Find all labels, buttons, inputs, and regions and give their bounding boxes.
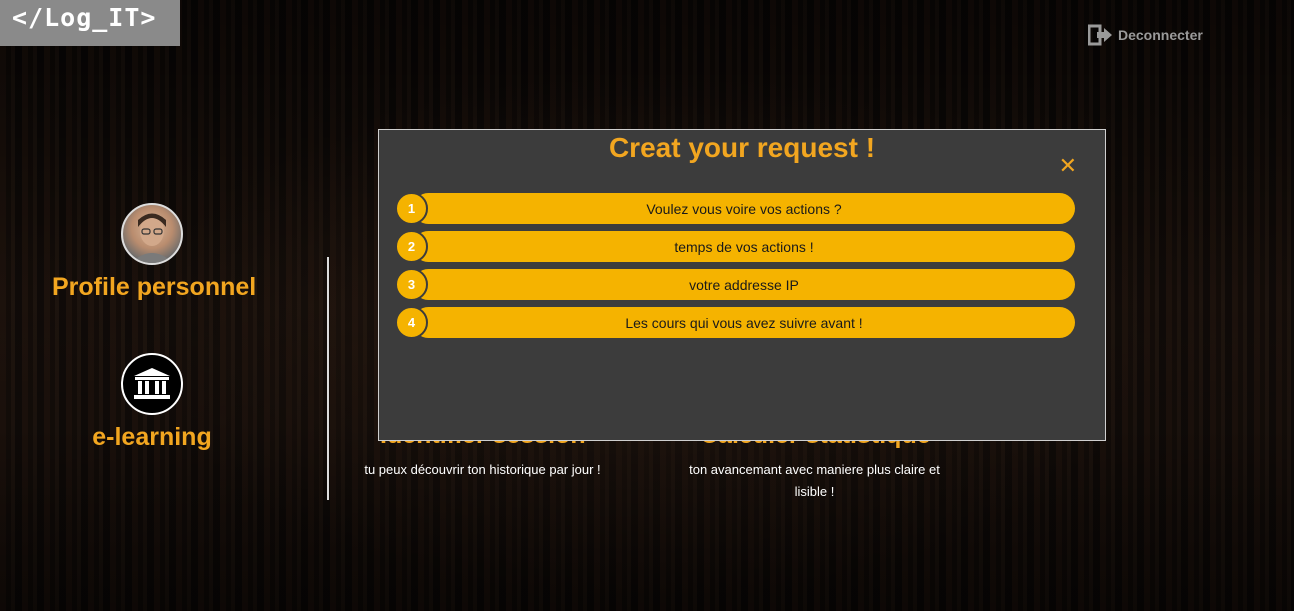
request-number-badge: 4	[395, 306, 428, 339]
logout-button[interactable]: Deconnecter	[1088, 24, 1203, 46]
avatar	[121, 203, 183, 265]
request-number-badge: 2	[395, 230, 428, 263]
feature-desc-statistics: ton avancemant avec maniere plus claire …	[689, 462, 940, 499]
request-number-badge: 1	[395, 192, 428, 225]
request-label: Voulez vous voire vos actions ?	[413, 193, 1075, 224]
request-label: temps de vos actions !	[413, 231, 1075, 262]
request-list: 1 Voulez vous voire vos actions ? 2 temp…	[395, 192, 1075, 345]
request-number-badge: 3	[395, 268, 428, 301]
sidebar-item-elearning[interactable]: e-learning	[52, 353, 252, 452]
sidebar-item-label: e-learning	[92, 423, 212, 451]
sidebar-item-profile[interactable]: Profile personnel	[52, 203, 257, 302]
request-item[interactable]: 3 votre addresse IP	[395, 268, 1075, 301]
modal-title: Creat your request !	[608, 132, 876, 163]
request-item[interactable]: 4 Les cours qui vous avez suivre avant !	[395, 306, 1075, 339]
institution-icon	[121, 353, 183, 415]
logout-icon	[1088, 24, 1112, 46]
request-item[interactable]: 2 temps de vos actions !	[395, 230, 1075, 263]
request-label: votre addresse IP	[413, 269, 1075, 300]
sidebar-divider	[327, 257, 329, 500]
feature-desc-session: tu peux découvrir ton historique par jou…	[364, 462, 601, 477]
request-modal: Creat your request ! ✕ 1 Voulez vous voi…	[378, 129, 1106, 441]
logout-label: Deconnecter	[1118, 27, 1203, 43]
request-item[interactable]: 1 Voulez vous voire vos actions ?	[395, 192, 1075, 225]
app-logo[interactable]: </Log_IT>	[0, 0, 180, 46]
sidebar-item-label: Profile personnel	[52, 273, 257, 301]
request-label: Les cours qui vous avez suivre avant !	[413, 307, 1075, 338]
close-icon[interactable]: ✕	[1059, 156, 1077, 178]
